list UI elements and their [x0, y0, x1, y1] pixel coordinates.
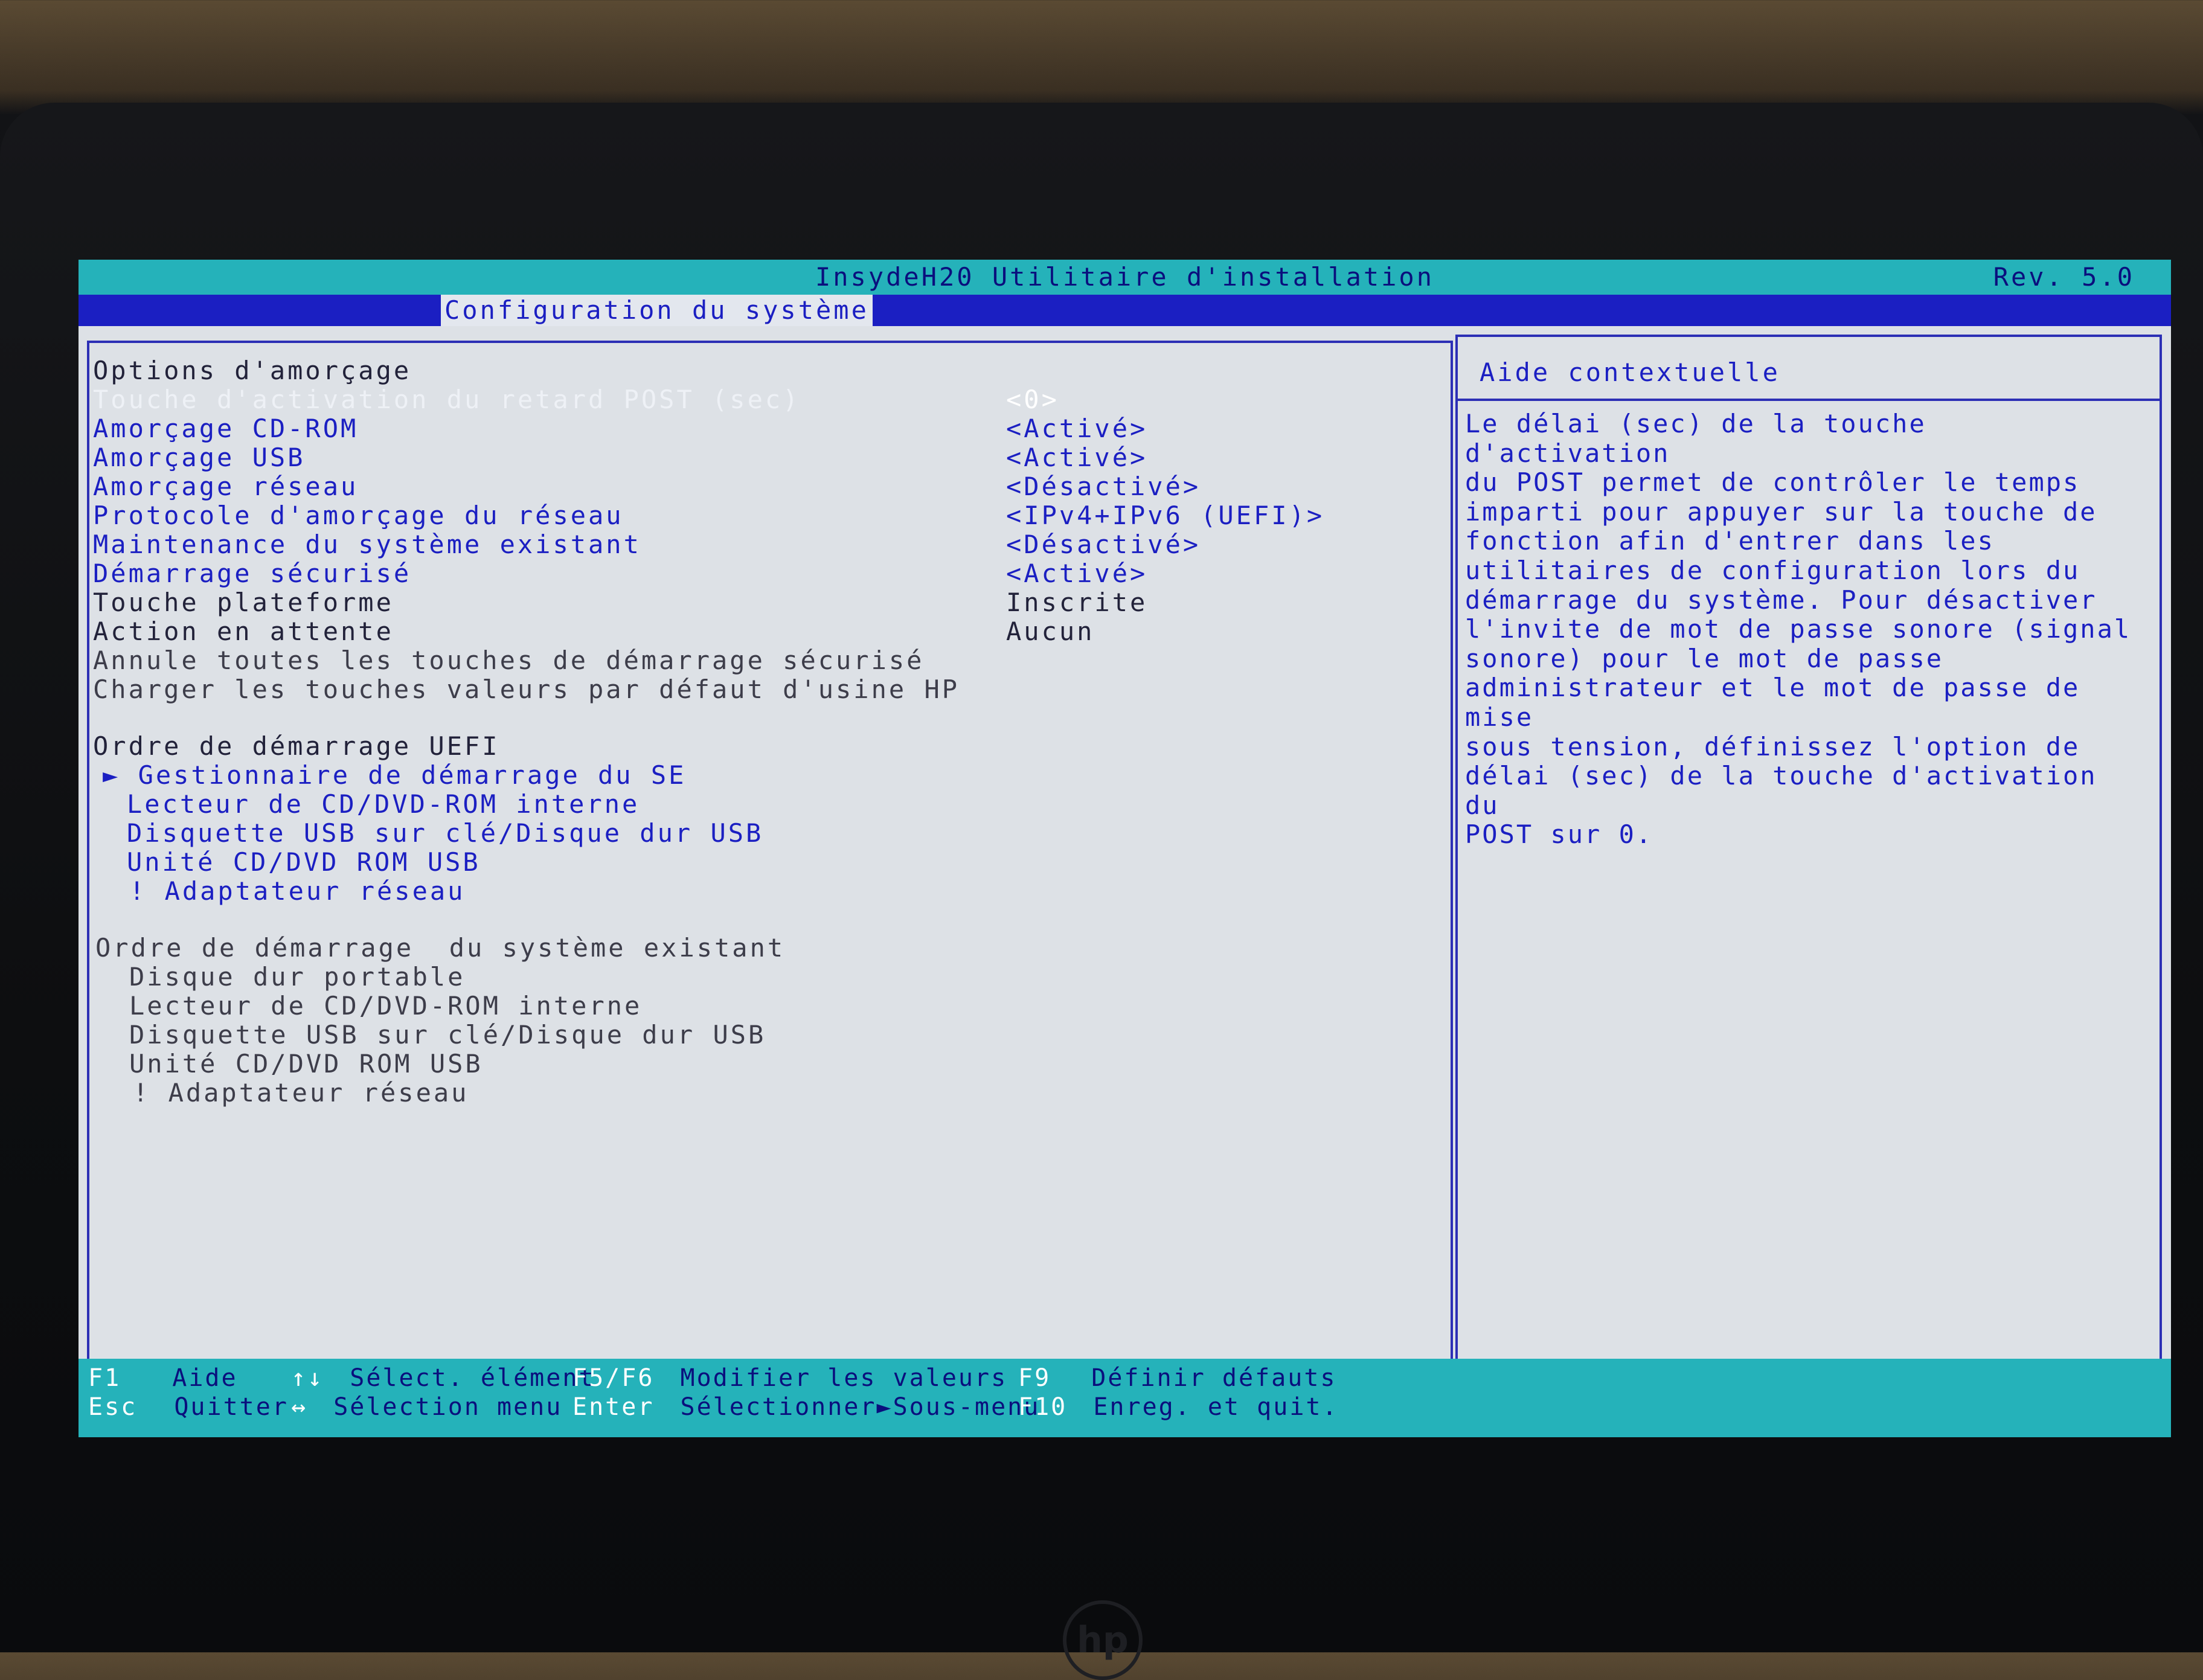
- uefi-boot-order-heading: Ordre de démarrage UEFI: [93, 732, 1434, 761]
- setting-label: Protocole d'amorçage du réseau: [93, 501, 624, 530]
- revision-label: Rev. 5.0: [1993, 262, 2135, 292]
- boot-item-label: Unité CD/DVD ROM USB: [129, 1049, 483, 1079]
- setting-value[interactable]: <IPv4+IPv6 (UEFI)>: [1006, 501, 1324, 530]
- boot-item-label: Disque dur portable: [129, 962, 466, 992]
- legend-f9: F9 Définir défauts: [1018, 1364, 1337, 1393]
- bios-screen: InsydeH20 Utilitaire d'installation Rev.…: [79, 260, 2171, 1437]
- setting-value[interactable]: <Activé>: [1006, 559, 1147, 588]
- setting-value[interactable]: <Activé>: [1006, 443, 1147, 472]
- setting-platform-key: Touche plateforme Inscrite: [93, 588, 1434, 617]
- legend-select-item: ↑↓ Sélect. élément: [291, 1364, 595, 1393]
- f5f6-key-desc: Modifier les valeurs: [680, 1364, 1008, 1392]
- setting-post-delay[interactable]: Touche d'activation du retard POST (sec)…: [93, 385, 1434, 414]
- f1-key-desc: Aide: [172, 1364, 238, 1392]
- uefi-boot-item[interactable]: Disquette USB sur clé/Disque dur USB: [127, 819, 1467, 848]
- setting-label: Annule toutes les touches de démarrage s…: [93, 646, 925, 675]
- boot-item-label: Lecteur de CD/DVD-ROM interne: [127, 789, 640, 819]
- app-title: InsydeH20 Utilitaire d'installation: [815, 262, 1434, 292]
- f9-key-desc: Définir défauts: [1091, 1364, 1337, 1392]
- setting-legacy-support[interactable]: Maintenance du système existant <Désacti…: [93, 530, 1434, 559]
- boot-options-heading: Options d'amorçage: [93, 356, 1434, 385]
- select-item-desc: Sélect. élément: [350, 1364, 595, 1392]
- section-heading: Ordre de démarrage UEFI: [93, 731, 500, 761]
- title-bar: InsydeH20 Utilitaire d'installation Rev.…: [79, 260, 2171, 295]
- help-panel: Aide contextuelle Le délai (sec) de la t…: [1455, 335, 2162, 1368]
- legend-select-menu: ↔ Sélection menu: [291, 1393, 562, 1422]
- section-heading: Ordre de démarrage du système existant: [95, 933, 786, 963]
- setting-label: Amorçage USB: [93, 443, 306, 472]
- setting-value: Aucun: [1006, 617, 1095, 646]
- hp-logo-icon: hp: [1063, 1600, 1143, 1680]
- esc-key-label: Esc: [88, 1393, 138, 1421]
- legend-esc: Esc Quitter: [88, 1393, 289, 1422]
- legacy-boot-item: Lecteur de CD/DVD-ROM interne: [129, 992, 1470, 1021]
- f9-key-label: F9: [1018, 1364, 1051, 1392]
- setting-cdrom-boot[interactable]: Amorçage CD-ROM <Activé>: [93, 414, 1434, 443]
- legend-f1: F1 Aide: [88, 1364, 238, 1393]
- boot-item-label: Unité CD/DVD ROM USB: [127, 847, 481, 877]
- boot-item-label: ► Gestionnaire de démarrage du SE: [103, 760, 687, 790]
- setting-usb-boot[interactable]: Amorçage USB <Activé>: [93, 443, 1434, 472]
- legacy-boot-item: Unité CD/DVD ROM USB: [129, 1050, 1470, 1079]
- key-legend-bar: F1 Aide Esc Quitter ↑↓ Sélect. élément ↔…: [79, 1359, 2171, 1437]
- legacy-boot-item: Disque dur portable: [129, 963, 1470, 992]
- legacy-boot-item: Disquette USB sur clé/Disque dur USB: [129, 1021, 1470, 1050]
- select-menu-desc: Sélection menu: [333, 1393, 563, 1421]
- setting-network-boot-protocol[interactable]: Protocole d'amorçage du réseau <IPv4+IPv…: [93, 501, 1434, 530]
- setting-label: Démarrage sécurisé: [93, 559, 412, 588]
- setting-value[interactable]: <Désactivé>: [1006, 530, 1201, 559]
- setting-label: Touche plateforme: [93, 588, 394, 617]
- setting-network-boot[interactable]: Amorçage réseau <Désactivé>: [93, 472, 1434, 501]
- help-title: Aide contextuelle: [1480, 357, 1780, 387]
- uefi-boot-item[interactable]: Unité CD/DVD ROM USB: [127, 848, 1467, 877]
- setting-label: Amorçage CD-ROM: [93, 414, 359, 443]
- f1-key-label: F1: [88, 1364, 121, 1392]
- uefi-boot-item[interactable]: Lecteur de CD/DVD-ROM interne: [127, 790, 1467, 819]
- f5f6-key-label: F5/F6: [572, 1364, 655, 1392]
- uefi-boot-item[interactable]: ► Gestionnaire de démarrage du SE: [103, 761, 1443, 790]
- setting-secure-boot[interactable]: Démarrage sécurisé <Activé>: [93, 559, 1434, 588]
- setting-value: Inscrite: [1006, 588, 1148, 617]
- action-clear-secure-boot-keys: Annule toutes les touches de démarrage s…: [93, 646, 1434, 675]
- setting-value[interactable]: <0>: [1006, 385, 1059, 414]
- menu-tab-system-configuration[interactable]: Configuration du système: [441, 295, 873, 326]
- boot-item-label: ! Adaptateur réseau: [133, 1078, 469, 1108]
- boot-item-label: Lecteur de CD/DVD-ROM interne: [129, 991, 643, 1021]
- section-heading: Options d'amorçage: [93, 356, 412, 385]
- left-right-arrow-icon: ↔: [291, 1393, 308, 1421]
- help-divider: [1458, 399, 2160, 401]
- legacy-boot-item: ! Adaptateur réseau: [133, 1079, 1473, 1108]
- boot-item-label: Disquette USB sur clé/Disque dur USB: [129, 1020, 766, 1050]
- legend-f10: F10 Enreg. et quit.: [1018, 1393, 1339, 1422]
- setting-label: Maintenance du système existant: [93, 530, 641, 559]
- boot-item-label: ! Adaptateur réseau: [129, 876, 466, 906]
- setting-value[interactable]: <Activé>: [1006, 414, 1147, 443]
- f10-key-label: F10: [1018, 1393, 1068, 1421]
- boot-item-label: Disquette USB sur clé/Disque dur USB: [127, 818, 764, 848]
- esc-key-desc: Quitter: [174, 1393, 289, 1421]
- legacy-boot-order-heading: Ordre de démarrage du système existant: [95, 934, 1436, 963]
- legend-enter: Enter Sélectionner►Sous-menu: [572, 1393, 1040, 1422]
- help-text: Le délai (sec) de la touche d'activation…: [1465, 409, 2132, 850]
- enter-key-label: Enter: [572, 1393, 655, 1421]
- menu-bar: Configuration du système: [79, 295, 2171, 326]
- action-load-hp-factory-keys: Charger les touches valeurs par défaut d…: [93, 675, 1434, 704]
- setting-label: Amorçage réseau: [93, 472, 359, 501]
- legend-f5f6: F5/F6 Modifier les valeurs: [572, 1364, 1007, 1393]
- setting-label: Touche d'activation du retard POST (sec): [93, 385, 801, 414]
- enter-key-desc: Sélectionner►Sous-menu: [680, 1393, 1041, 1421]
- up-down-arrow-icon: ↑↓: [291, 1364, 324, 1392]
- uefi-boot-item[interactable]: ! Adaptateur réseau: [129, 877, 1470, 906]
- setting-label: Charger les touches valeurs par défaut d…: [93, 675, 960, 704]
- setting-value[interactable]: <Désactivé>: [1006, 472, 1201, 501]
- setting-pending-action: Action en attente Aucun: [93, 617, 1434, 646]
- f10-key-desc: Enreg. et quit.: [1093, 1393, 1339, 1421]
- setting-label: Action en attente: [93, 617, 394, 646]
